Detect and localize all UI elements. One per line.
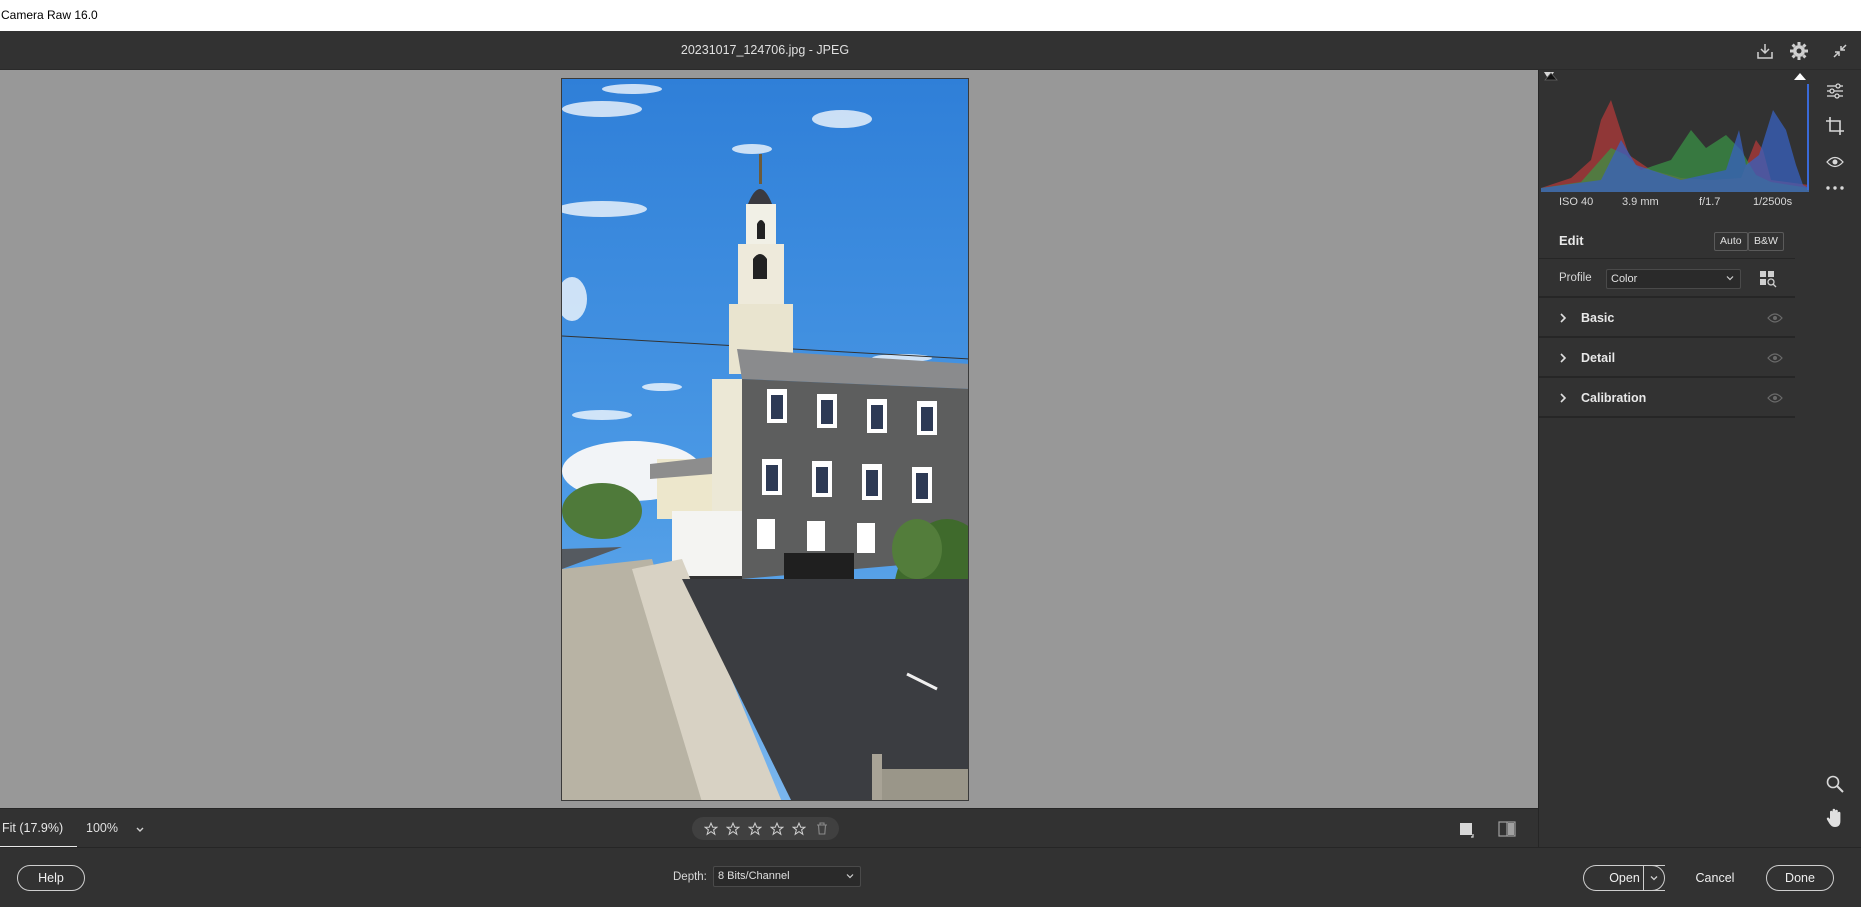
- exif-info: ISO 40 3.9 mm f/1.7 1/2500s: [1539, 192, 1811, 214]
- section-calibration[interactable]: Calibration: [1539, 380, 1795, 418]
- rating-bar: [692, 817, 839, 840]
- section-calibration-label: Calibration: [1581, 391, 1647, 405]
- star-2-icon[interactable]: [722, 818, 744, 840]
- single-view-icon[interactable]: [1458, 820, 1476, 841]
- profile-row: Profile Color: [1539, 260, 1795, 298]
- depth-select-value: 8 Bits/Channel: [718, 870, 790, 882]
- bw-button[interactable]: B&W: [1748, 232, 1784, 251]
- file-title: 20231017_124706.jpg - JPEG: [680, 43, 850, 57]
- edit-title: Edit: [1559, 233, 1584, 248]
- section-basic[interactable]: Basic: [1539, 300, 1795, 338]
- exif-shutter: 1/2500s: [1753, 196, 1793, 208]
- section-basic-label: Basic: [1581, 311, 1615, 325]
- zoom-fit-button[interactable]: Fit (17.9%): [0, 809, 77, 848]
- help-button[interactable]: Help: [17, 865, 85, 891]
- profile-browser-icon[interactable]: [1759, 270, 1777, 291]
- zoom-dropdown-icon[interactable]: [132, 821, 148, 837]
- eye-icon[interactable]: [1767, 312, 1783, 327]
- image-canvas[interactable]: [0, 70, 1538, 808]
- redeye-icon[interactable]: [1823, 150, 1847, 174]
- more-icon[interactable]: [1823, 176, 1847, 200]
- zoom-100-button[interactable]: 100%: [86, 809, 118, 848]
- profile-select-value: Color: [1611, 273, 1638, 285]
- chevron-right-icon: [1558, 352, 1568, 367]
- compare-view-icon[interactable]: [1497, 820, 1517, 841]
- crop-icon[interactable]: [1823, 114, 1847, 138]
- footer: Help Depth: 8 Bits/Channel Open Cancel D…: [0, 847, 1861, 907]
- cancel-button[interactable]: Cancel: [1681, 865, 1749, 891]
- hand-icon[interactable]: [1823, 806, 1847, 830]
- gear-icon[interactable]: [1787, 39, 1811, 63]
- exif-focal-length: 3.9 mm: [1622, 196, 1659, 208]
- auto-button[interactable]: Auto: [1714, 232, 1748, 251]
- os-window-title: Camera Raw 16.0: [0, 0, 1861, 31]
- canvas-toolbar: Fit (17.9%) 100%: [0, 808, 1538, 848]
- histogram: [1541, 70, 1809, 192]
- star-5-icon[interactable]: [788, 818, 810, 840]
- done-button[interactable]: Done: [1766, 865, 1834, 891]
- eye-icon[interactable]: [1767, 392, 1783, 407]
- edit-header: Edit Auto B&W: [1539, 223, 1795, 259]
- chevron-right-icon: [1558, 392, 1568, 407]
- edit-panel: ISO 40 3.9 mm f/1.7 1/2500s Edit Auto B&…: [1538, 70, 1810, 847]
- fullscreen-toggle-icon[interactable]: [1828, 39, 1852, 63]
- chevron-down-icon: [844, 870, 856, 889]
- star-1-icon[interactable]: [700, 818, 722, 840]
- trash-icon[interactable]: [811, 818, 833, 840]
- save-icon[interactable]: [1753, 39, 1777, 63]
- eye-icon[interactable]: [1767, 352, 1783, 367]
- star-3-icon[interactable]: [744, 818, 766, 840]
- chevron-down-icon: [1650, 876, 1658, 881]
- tool-strip: [1810, 70, 1861, 847]
- depth-select[interactable]: 8 Bits/Channel: [713, 866, 861, 887]
- profile-label: Profile: [1559, 272, 1592, 284]
- profile-select[interactable]: Color: [1606, 269, 1741, 289]
- chevron-right-icon: [1558, 312, 1568, 327]
- app-header: 20231017_124706.jpg - JPEG: [0, 31, 1861, 70]
- exif-iso: ISO 40: [1559, 196, 1594, 208]
- section-detail[interactable]: Detail: [1539, 340, 1795, 378]
- photo-preview: [561, 78, 969, 801]
- zoom-icon[interactable]: [1823, 772, 1847, 796]
- edit-sliders-icon[interactable]: [1823, 79, 1847, 103]
- depth-label: Depth:: [673, 871, 707, 883]
- star-4-icon[interactable]: [766, 818, 788, 840]
- section-detail-label: Detail: [1581, 351, 1616, 365]
- exif-aperture: f/1.7: [1699, 196, 1721, 208]
- chevron-down-icon: [1724, 272, 1736, 290]
